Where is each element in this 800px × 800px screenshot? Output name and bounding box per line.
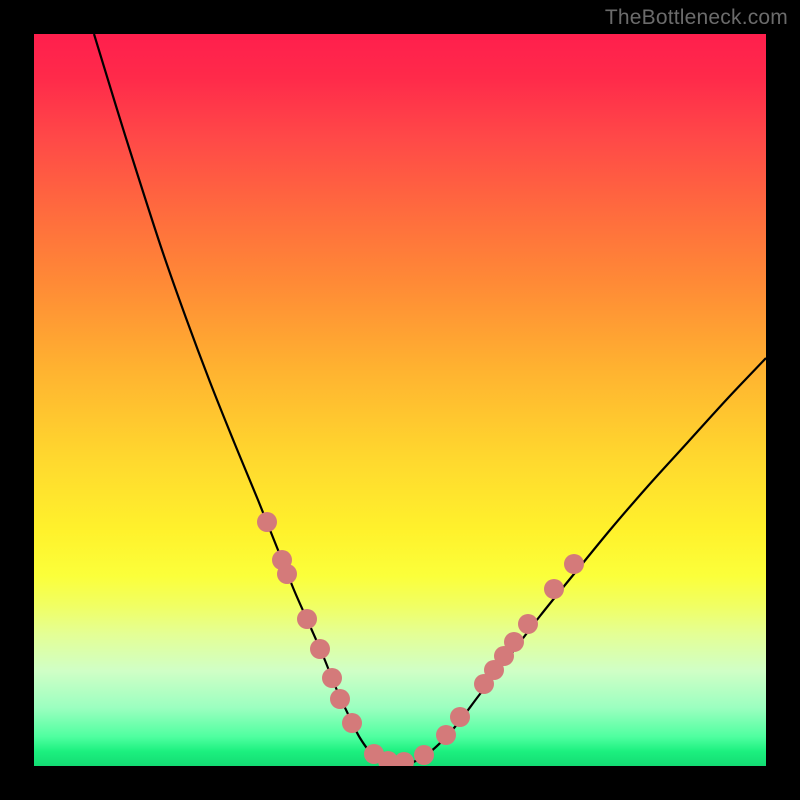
curve-dot xyxy=(544,579,564,599)
curve-dot xyxy=(564,554,584,574)
curve-dot xyxy=(504,632,524,652)
curve-dot xyxy=(436,725,456,745)
curve-dot xyxy=(330,689,350,709)
curve-dots-group xyxy=(257,512,584,766)
bottleneck-curve xyxy=(94,34,766,765)
curve-dot xyxy=(414,745,434,765)
watermark-text: TheBottleneck.com xyxy=(605,6,788,30)
curve-dot xyxy=(342,713,362,733)
curve-dot xyxy=(277,564,297,584)
curve-layer xyxy=(34,34,766,766)
curve-dot xyxy=(322,668,342,688)
curve-dot xyxy=(394,752,414,766)
chart-frame: TheBottleneck.com xyxy=(0,0,800,800)
plot-area xyxy=(34,34,766,766)
curve-dot xyxy=(518,614,538,634)
curve-dot xyxy=(297,609,317,629)
curve-dot xyxy=(257,512,277,532)
curve-dot xyxy=(450,707,470,727)
curve-dot xyxy=(310,639,330,659)
